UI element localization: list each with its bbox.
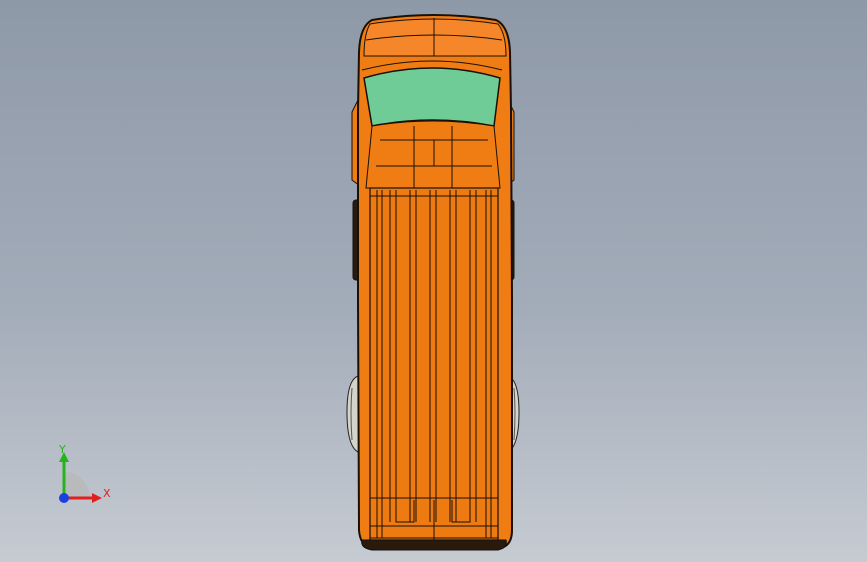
cargo-roof — [369, 187, 499, 541]
van-model-top-view[interactable] — [0, 0, 867, 562]
reference-triad[interactable]: Y X — [48, 440, 120, 512]
windshield — [363, 67, 501, 127]
y-axis-label: Y — [58, 443, 66, 456]
x-axis-label: X — [103, 487, 111, 500]
graphics-viewport[interactable]: Y X — [0, 0, 867, 562]
x-axis-arrow-icon — [92, 493, 102, 503]
rear-bumper — [361, 539, 507, 551]
z-axis-dot-icon — [59, 493, 69, 503]
triad-plane-indicator — [64, 472, 90, 498]
